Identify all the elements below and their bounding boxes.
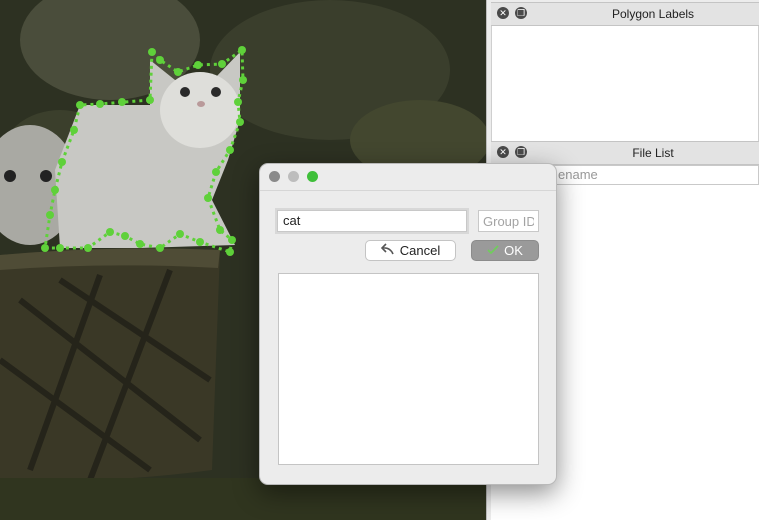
polygon-labels-panel: ✕ ❐ Polygon Labels: [491, 2, 759, 143]
file-list-titlebar: ✕ ❐ File List: [491, 141, 759, 165]
label-suggestion-list[interactable]: [278, 273, 539, 465]
close-icon[interactable]: ✕: [497, 146, 509, 158]
cancel-button[interactable]: Cancel: [365, 240, 456, 261]
label-dialog: cat Cancel OK: [259, 163, 557, 485]
polygon-labels-title: Polygon Labels: [611, 7, 695, 21]
window-close-button[interactable]: [269, 171, 280, 182]
close-icon[interactable]: ✕: [497, 7, 509, 19]
group-id-input[interactable]: [478, 210, 539, 232]
file-list-panel: ✕ ❐ File List: [491, 141, 759, 165]
file-list-title: File List: [632, 146, 674, 160]
ok-button[interactable]: OK: [471, 240, 539, 261]
label-input-value: cat: [283, 213, 301, 228]
titlebar-divider: [260, 190, 556, 191]
polygon-labels-titlebar: ✕ ❐ Polygon Labels: [491, 2, 759, 26]
float-icon[interactable]: ❐: [515, 7, 527, 19]
checkmark-icon: [487, 241, 499, 260]
label-input[interactable]: cat: [277, 210, 467, 232]
undo-arrow-icon: [380, 241, 395, 260]
float-icon[interactable]: ❐: [515, 146, 527, 158]
polygon-labels-list[interactable]: [491, 26, 759, 143]
file-search-placeholder: ename: [558, 167, 598, 182]
window-minimize-button[interactable]: [288, 171, 299, 182]
cancel-label: Cancel: [399, 243, 441, 258]
window-zoom-button[interactable]: [307, 171, 318, 182]
ok-label: OK: [504, 243, 523, 258]
